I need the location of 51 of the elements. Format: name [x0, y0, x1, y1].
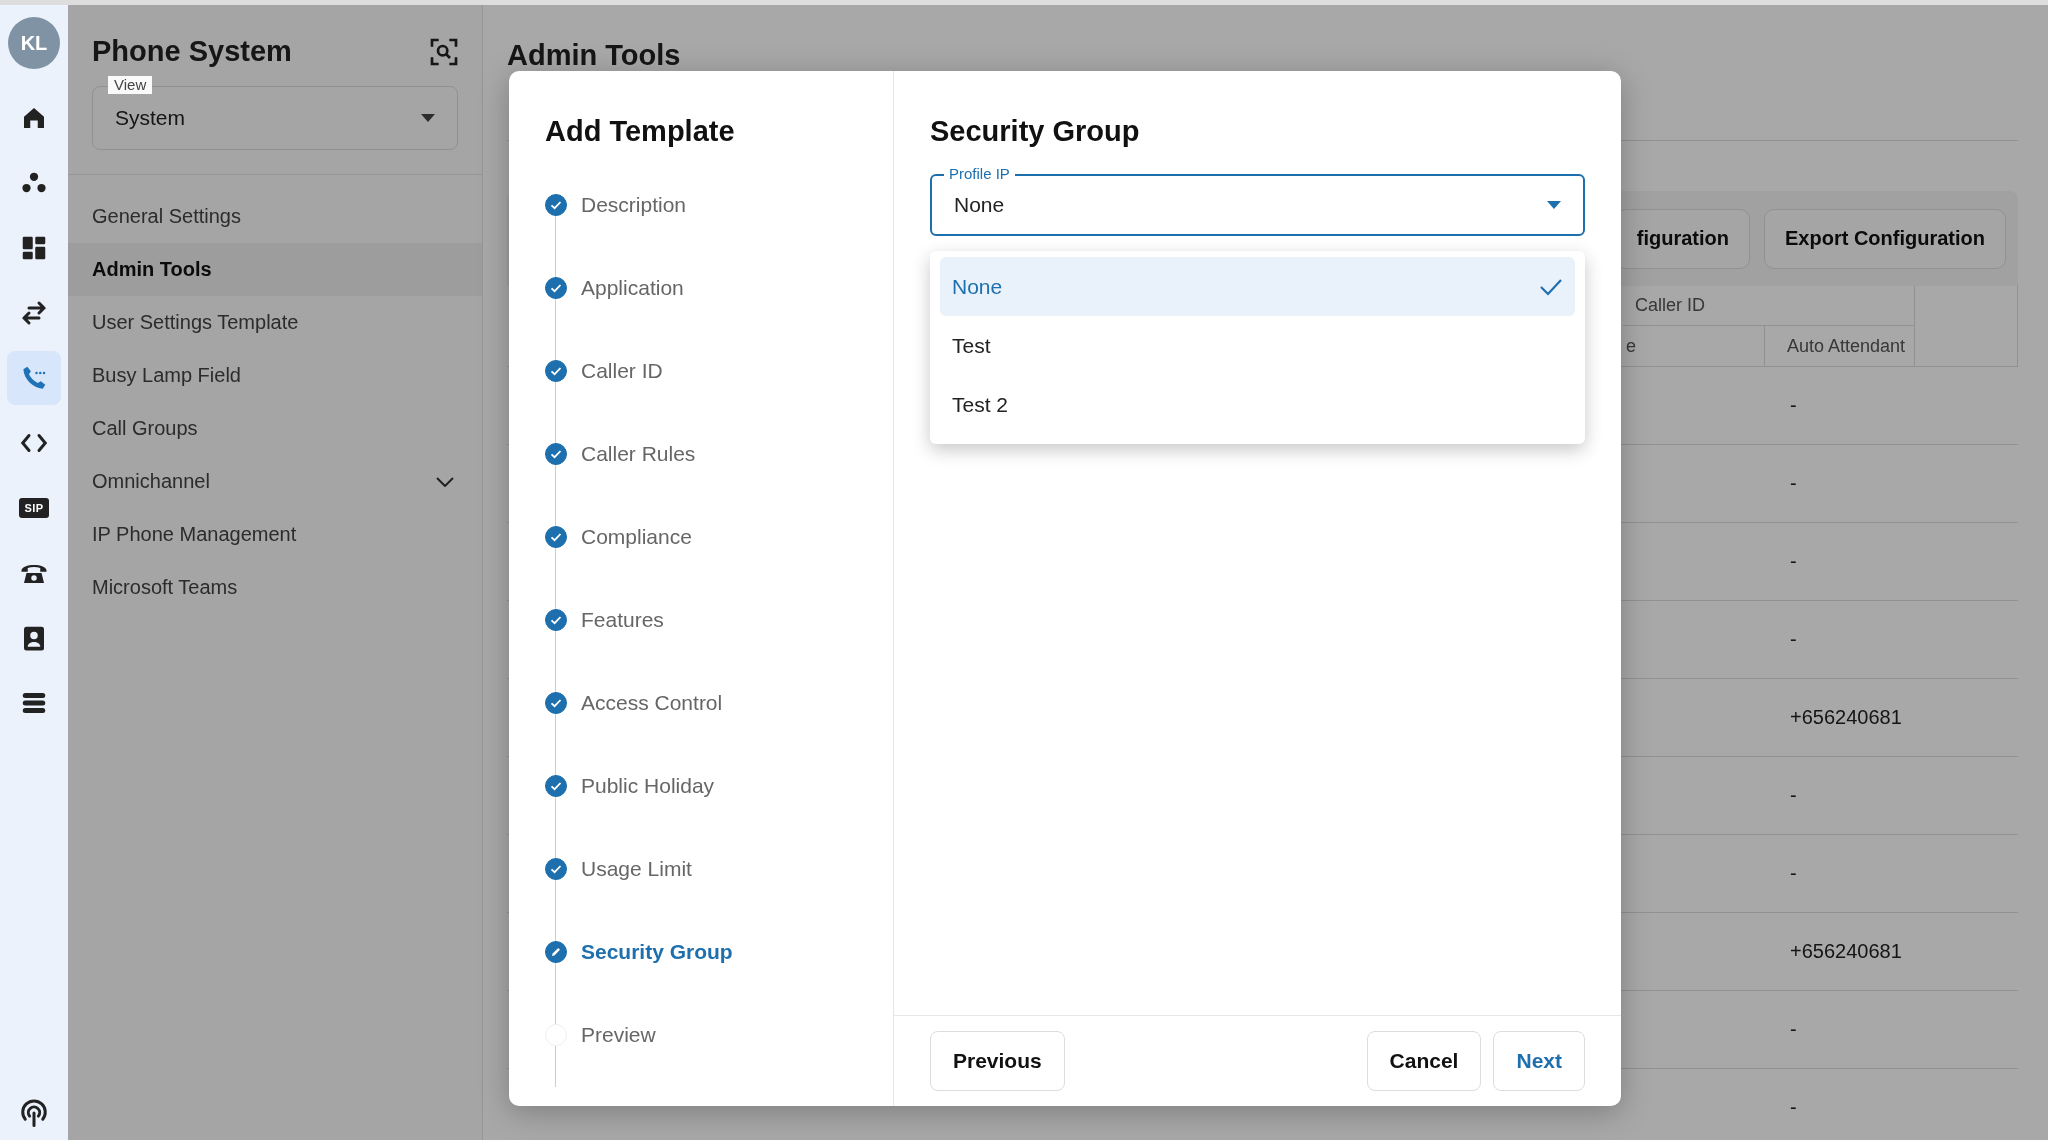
column-group-header: Caller ID — [1623, 286, 1915, 326]
sidebar-item[interactable]: General Settings — [68, 190, 482, 243]
step-item[interactable]: Preview — [581, 1024, 656, 1046]
sidebar-item[interactable]: Microsoft Teams — [68, 561, 482, 614]
table-cell: - — [1790, 862, 1797, 885]
step-item[interactable]: Public Holiday — [581, 775, 715, 797]
sip-badge[interactable]: SIP — [7, 481, 61, 535]
phone-call-icon[interactable] — [7, 351, 61, 405]
step-item[interactable]: Access Control — [581, 692, 723, 714]
step-item[interactable]: Application — [581, 277, 684, 299]
step-item[interactable]: Features — [581, 609, 664, 631]
broadcast-icon[interactable] — [19, 1098, 49, 1128]
table-cell: - — [1790, 394, 1797, 417]
step-item[interactable]: Description — [581, 194, 687, 216]
dropdown-option[interactable]: Test — [940, 316, 1575, 375]
previous-button[interactable]: Previous — [930, 1031, 1065, 1091]
column-header: Auto Attendant — [1765, 326, 1915, 366]
table-cell: - — [1790, 472, 1797, 495]
table-cell: - — [1790, 1018, 1797, 1041]
sidebar-item[interactable]: Admin Tools — [68, 243, 482, 296]
step-item[interactable]: Usage Limit — [581, 858, 692, 880]
dialog-title: Add Template — [545, 115, 736, 148]
sidebar-item[interactable]: Busy Lamp Field — [68, 349, 482, 402]
cancel-button[interactable]: Cancel — [1366, 1031, 1482, 1091]
field-label: View — [108, 76, 153, 94]
user-avatar[interactable]: KL — [8, 17, 60, 69]
table-cell: - — [1790, 550, 1797, 573]
table-cell: - — [1790, 628, 1797, 651]
sidebar-item[interactable]: IP Phone Management — [68, 508, 482, 561]
toolbar-button[interactable]: Export Configuration — [1764, 208, 2006, 269]
table-cell: - — [1790, 784, 1797, 807]
step-item[interactable]: Caller ID — [581, 360, 663, 382]
sidebar-item[interactable]: Call Groups — [68, 402, 482, 455]
table-cell: +656240681 — [1790, 940, 1902, 963]
step-item[interactable]: Caller Rules — [581, 443, 696, 465]
sidebar-item[interactable]: User Settings Template — [68, 296, 482, 349]
sidebar-item[interactable]: Omnichannel — [68, 455, 482, 508]
chevron-icon — [436, 476, 454, 487]
next-button[interactable]: Next — [1493, 1031, 1585, 1091]
dropdown-option[interactable]: Test 2 — [940, 375, 1575, 434]
table-cell: +656240681 — [1790, 706, 1902, 729]
step-item[interactable]: Security Group — [581, 941, 733, 963]
caret-icon — [421, 114, 435, 122]
column-header: e — [1623, 326, 1765, 366]
page-title: Admin Tools — [506, 38, 682, 72]
section-title: Phone System — [92, 35, 292, 68]
dropdown-option[interactable]: None — [940, 257, 1575, 316]
step-item[interactable]: Compliance — [581, 526, 692, 548]
section-title: Security Group — [930, 115, 1141, 148]
table-cell: - — [1790, 1096, 1797, 1119]
caret-icon — [1547, 201, 1561, 209]
